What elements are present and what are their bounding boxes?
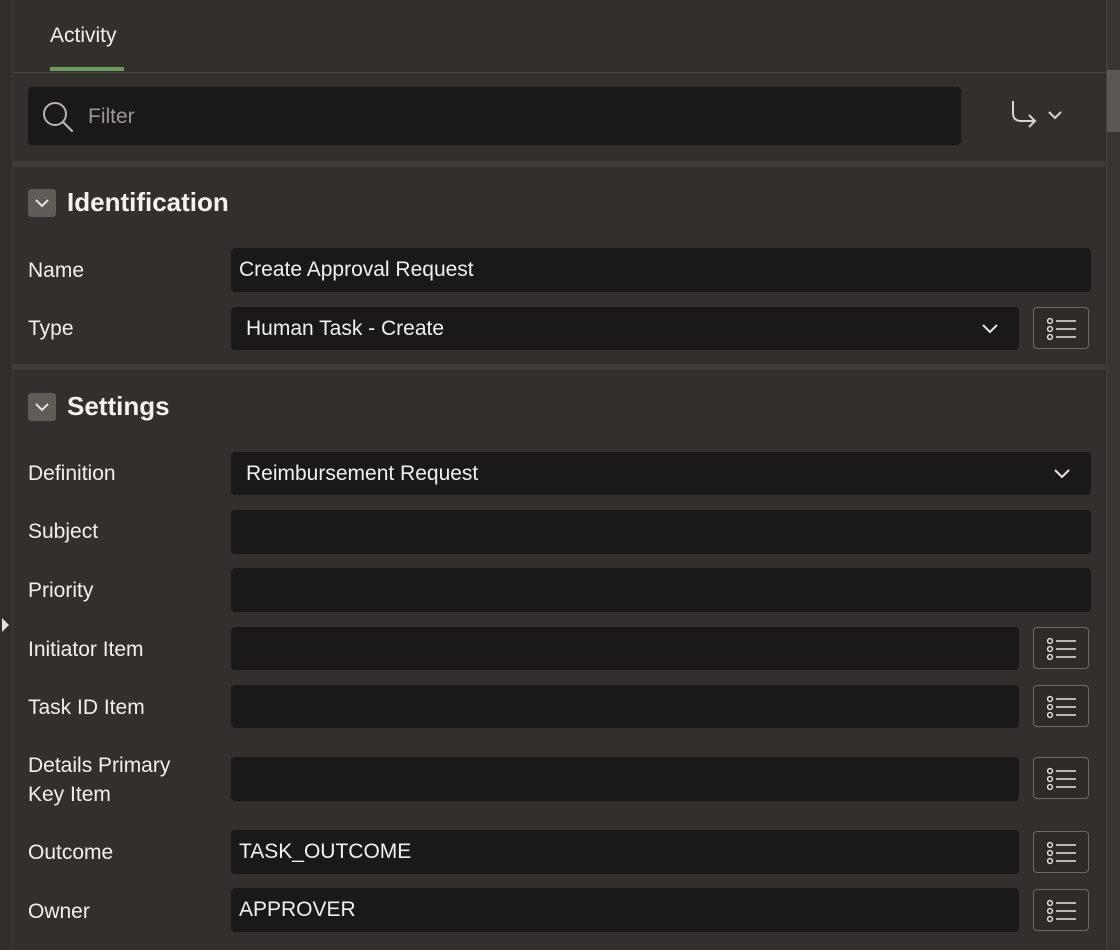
type-select[interactable]: Human Task - Create: [231, 307, 1019, 350]
chevron-down-icon: [1054, 468, 1070, 478]
field-label-details-primary-key-item: Details Primary Key Item: [28, 751, 170, 809]
filter-input[interactable]: [86, 101, 950, 133]
type-list-button[interactable]: [1033, 307, 1089, 349]
filter-toolbar: [13, 73, 1105, 167]
property-editor-panel: Activity Identification: [13, 0, 1105, 950]
chevron-down-icon: [1048, 111, 1062, 120]
name-field[interactable]: Create Approval Request: [231, 248, 1091, 292]
owner-list-button[interactable]: [1033, 889, 1089, 931]
section-divider: [13, 364, 1105, 370]
field-label-line: Key Item: [28, 783, 111, 806]
outcome-list-button[interactable]: [1033, 831, 1089, 873]
initiator-item-list-button[interactable]: [1033, 627, 1089, 669]
owner-value: APPROVER: [239, 898, 356, 921]
list-icon: [1047, 899, 1076, 923]
field-label-task-id-item: Task ID Item: [28, 696, 145, 719]
field-label-definition: Definition: [28, 462, 116, 485]
section-title-settings: Settings: [67, 391, 170, 421]
outcome-field[interactable]: TASK_OUTCOME: [231, 830, 1019, 874]
list-icon: [1047, 841, 1076, 865]
section-identification-header: Identification: [13, 167, 1105, 237]
chevron-down-icon: [35, 403, 49, 412]
left-gutter: [0, 0, 13, 950]
field-label-line: Details Primary: [28, 754, 171, 777]
list-icon: [1047, 767, 1076, 791]
field-label-owner: Owner: [28, 900, 90, 923]
field-label-subject: Subject: [28, 520, 99, 543]
details-primary-key-item-list-button[interactable]: [1033, 757, 1089, 799]
identification-collapse-button[interactable]: [28, 189, 56, 217]
list-icon: [1047, 317, 1076, 341]
tab-bar: Activity: [13, 0, 1105, 73]
owner-field[interactable]: APPROVER: [231, 888, 1019, 932]
list-icon: [1047, 637, 1076, 661]
name-value: Create Approval Request: [239, 258, 474, 281]
tab-activity[interactable]: Activity: [50, 24, 117, 48]
search-icon: [43, 102, 74, 133]
goto-group-menu-button[interactable]: [1003, 97, 1069, 137]
outcome-value: TASK_OUTCOME: [239, 840, 412, 863]
definition-value: Reimbursement Request: [246, 461, 479, 485]
tab-active-indicator: [50, 67, 124, 71]
section-settings-header: Settings: [13, 371, 1105, 441]
field-label-outcome: Outcome: [28, 841, 114, 864]
task-id-item-list-button[interactable]: [1033, 685, 1089, 727]
details-primary-key-item-field[interactable]: [231, 757, 1019, 801]
task-id-item-field[interactable]: [231, 685, 1019, 728]
initiator-item-field[interactable]: [231, 627, 1019, 670]
right-edge-scroll-thumb[interactable]: [1107, 70, 1120, 132]
expand-panel-arrow-icon[interactable]: [2, 618, 9, 632]
subject-field[interactable]: [231, 510, 1091, 554]
right-edge-strip: [1106, 0, 1120, 950]
goto-arrow-icon: [1012, 101, 1037, 128]
settings-collapse-button[interactable]: [28, 393, 56, 421]
priority-field[interactable]: [231, 568, 1091, 612]
field-label-type: Type: [28, 317, 74, 340]
chevron-down-icon: [982, 323, 998, 333]
list-icon: [1047, 695, 1076, 719]
field-label-priority: Priority: [28, 579, 94, 602]
field-label-initiator-item: Initiator Item: [28, 638, 144, 661]
definition-select[interactable]: Reimbursement Request: [231, 452, 1091, 495]
chevron-down-icon: [35, 199, 49, 208]
filter-field[interactable]: [28, 87, 961, 145]
type-value: Human Task - Create: [246, 316, 445, 340]
field-label-name: Name: [28, 259, 85, 282]
section-title-identification: Identification: [67, 187, 229, 217]
